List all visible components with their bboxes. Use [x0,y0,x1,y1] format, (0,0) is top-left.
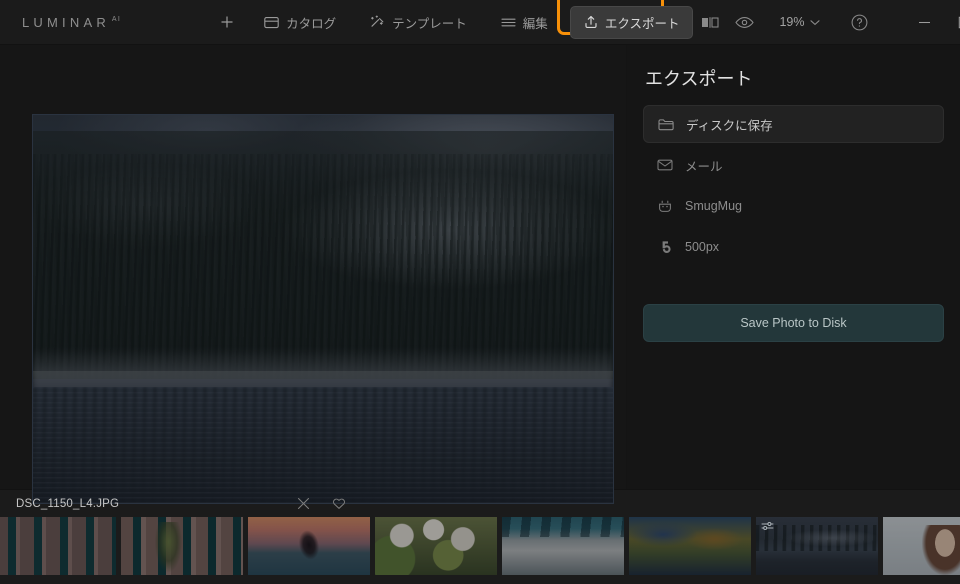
thumbnail-dim [883,517,960,575]
window-minimize-button[interactable] [904,0,944,45]
add-photos-button[interactable] [209,9,244,36]
thumbnail-dim [756,517,878,575]
export-destination-label: メール [685,159,723,174]
thumbnail-dim [248,517,370,575]
app-logo-superscript: AI [111,15,122,23]
luminar-app-window: LUMINAR AI カタログ テンプレート 編集 エクスポート 19% エクス… [0,0,960,584]
thumbnail-dim [0,517,116,575]
thumbnail-dim [121,517,243,575]
tab-catalog-label: カタログ [286,16,337,31]
main-photo[interactable] [32,114,614,504]
question-mark-icon [851,14,868,31]
filmstrip: DSC_1150_L4.JPG [0,489,960,584]
minimize-icon [918,17,931,28]
compare-view-icon [701,16,719,29]
window-maximize-button[interactable] [944,0,960,45]
export-destination-label: SmugMug [685,199,742,213]
photo-dim-overlay [33,115,613,503]
folder-icon [658,116,674,132]
export-destination-label: 500px [685,240,720,254]
toolbar-right-controls: 19% [693,0,960,44]
thumbnail-item-selected[interactable] [756,517,878,575]
catalog-icon [264,15,279,30]
sliders-icon [501,15,516,30]
compare-view-button[interactable] [693,5,727,39]
filmstrip-actions [295,496,347,512]
tab-catalog[interactable]: カタログ [252,7,348,38]
eye-icon [735,16,754,29]
toolbar-nav: カタログ テンプレート 編集 エクスポート [209,0,694,39]
thumbnail-dim [502,517,624,575]
export-destination-label: ディスクに保存 [686,118,773,133]
app-logo: LUMINAR AI [22,15,121,30]
tab-edit-label: 編集 [522,16,548,31]
thumbnail-item[interactable] [121,517,243,575]
filmstrip-header: DSC_1150_L4.JPG [0,490,960,517]
tab-export-label: エクスポート [604,16,680,31]
thumbnail-item[interactable] [0,517,116,575]
thumbnail-item[interactable] [248,517,370,575]
app-logo-text: LUMINAR [22,14,110,30]
save-photo-to-disk-label: Save Photo to Disk [740,316,847,330]
export-destination-save-to-disk[interactable]: ディスクに保存 [643,105,944,143]
filmstrip-thumbnails[interactable] [0,517,960,584]
main-photo-artwork [33,115,613,503]
tab-templates-label: テンプレート [392,16,467,31]
mail-icon [657,157,673,173]
preview-toggle-button[interactable] [727,5,761,39]
thumbnail-item[interactable] [883,517,960,575]
save-photo-to-disk-button[interactable]: Save Photo to Disk [643,304,944,342]
heart-icon[interactable] [331,496,347,512]
smugmug-icon [657,198,673,214]
top-toolbar: LUMINAR AI カタログ テンプレート 編集 エクスポート 19% [0,0,960,45]
export-destination-500px[interactable]: 500px [643,228,944,266]
zoom-level-control[interactable]: 19% [771,15,828,29]
thumbnail-dim [375,517,497,575]
thumbnail-dim [629,517,751,575]
close-icon[interactable] [295,496,311,512]
help-button[interactable] [842,5,876,39]
tab-export[interactable]: エクスポート [569,5,694,39]
tab-edit[interactable]: 編集 [489,7,560,38]
export-destination-mail[interactable]: メール [643,146,944,184]
adjustments-badge-icon [761,521,774,531]
thumbnail-item[interactable] [629,517,751,575]
export-panel-title: エクスポート [645,69,753,89]
current-filename: DSC_1150_L4.JPG [16,497,120,510]
tab-templates[interactable]: テンプレート [358,7,479,38]
500px-icon [657,239,673,255]
chevron-down-icon [810,19,821,26]
plus-icon [219,15,234,30]
export-panel: エクスポート ディスクに保存 メール SmugMug 500px Save Ph… [626,45,960,489]
thumbnail-item[interactable] [375,517,497,575]
main-body: エクスポート ディスクに保存 メール SmugMug 500px Save Ph… [0,45,960,504]
export-button-wrapper: エクスポート [556,0,694,39]
thumbnail-item[interactable] [502,517,624,575]
upload-icon [584,15,598,29]
photo-canvas[interactable] [0,45,626,504]
export-destination-smugmug[interactable]: SmugMug [643,187,944,225]
zoom-level-value: 19% [779,15,805,29]
sparkle-icon [370,14,385,30]
